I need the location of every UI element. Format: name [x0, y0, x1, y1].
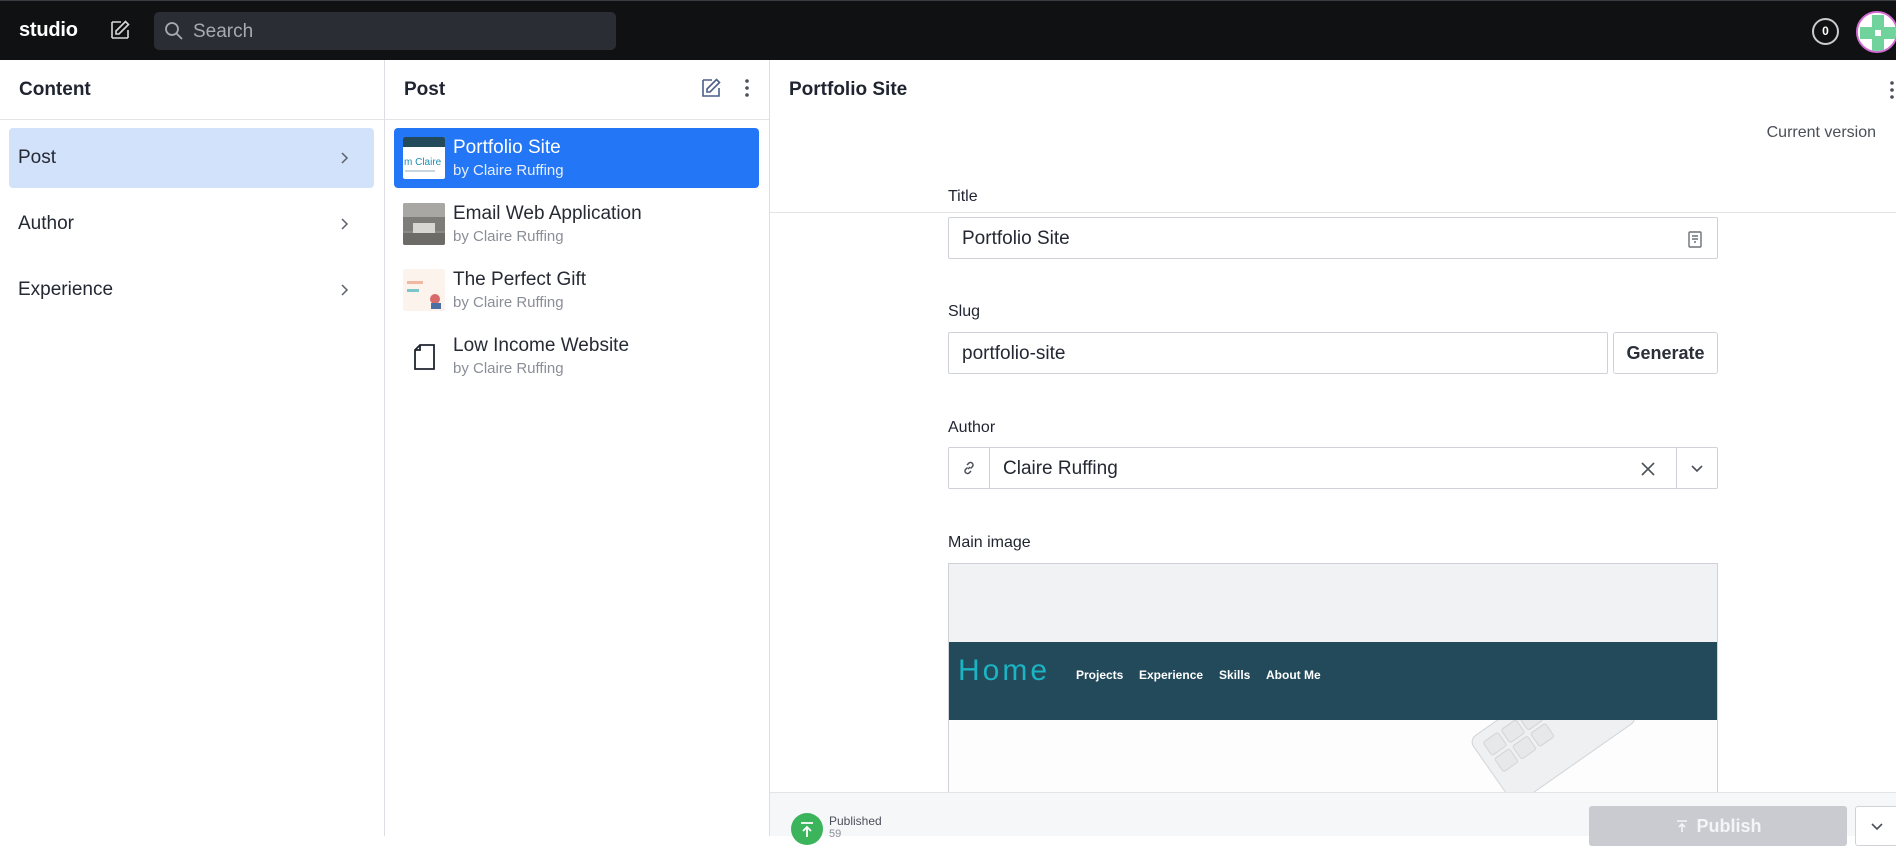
- slug-input[interactable]: portfolio-site: [948, 332, 1608, 374]
- content-pane-header: Content: [0, 60, 384, 120]
- list-item-subtitle: by Claire Ruffing: [453, 162, 564, 179]
- list-item-title: Portfolio Site: [453, 137, 561, 158]
- type-item-author[interactable]: Author: [9, 194, 374, 254]
- search-placeholder: Search: [193, 21, 254, 42]
- portfolio-thumb: m Claire: [403, 137, 445, 179]
- version-selector[interactable]: Current version: [1767, 124, 1876, 142]
- preview-nav-item: Projects: [1076, 668, 1124, 682]
- slug-input-value: portfolio-site: [962, 343, 1066, 364]
- clipboard-icon[interactable]: [1687, 230, 1703, 248]
- list-item-title: Email Web Application: [453, 203, 642, 224]
- published-status-sub: 59: [829, 828, 842, 840]
- title-input[interactable]: Portfolio Site: [948, 217, 1718, 259]
- preview-keyboard-photo: [949, 656, 1717, 803]
- link-icon[interactable]: [949, 448, 990, 488]
- close-icon[interactable]: [1640, 461, 1656, 477]
- type-item-label: Author: [18, 213, 74, 234]
- preview-nav-item: Experience: [1139, 668, 1204, 682]
- list-item-title: Low Income Website: [453, 335, 630, 356]
- document-icon: [403, 335, 445, 377]
- list-item-the-perfect-gift[interactable]: The Perfect Gift by Claire Ruffing: [394, 260, 759, 320]
- email-thumb: [403, 203, 445, 245]
- type-item-experience[interactable]: Experience: [9, 260, 374, 320]
- post-pane-header: Post: [385, 60, 769, 120]
- list-item-email-web-application[interactable]: Email Web Application by Claire Ruffing: [394, 194, 759, 254]
- author-dropdown-button[interactable]: [1676, 448, 1717, 488]
- type-item-label: Post: [18, 147, 57, 168]
- preview-nav-item: Skills: [1219, 668, 1251, 682]
- compose-icon[interactable]: [699, 76, 723, 100]
- gift-thumb: [403, 269, 445, 311]
- slug-field-label: Slug: [948, 303, 981, 320]
- chevron-down-icon: [1691, 465, 1703, 473]
- notification-badge[interactable]: 0: [1812, 18, 1839, 45]
- title-field-label: Title: [948, 188, 978, 205]
- published-status-label: Published: [829, 814, 882, 828]
- document-editor: Portfolio Site Current version Title Por…: [770, 60, 1896, 846]
- post-list-pane: Post m Claire Portfolio Site by Claire R…: [385, 60, 770, 836]
- preview-home-text: Home: [958, 654, 1051, 687]
- preview-nav-item: About Me: [1266, 668, 1321, 682]
- compose-icon[interactable]: [108, 18, 132, 42]
- publish-button[interactable]: Publish: [1589, 806, 1847, 846]
- publish-menu-button[interactable]: [1855, 806, 1896, 846]
- chevron-right-icon: [341, 284, 349, 296]
- preview-nav-band: Home Projects Experience Skills About Me: [949, 642, 1717, 720]
- publish-label: Publish: [1696, 816, 1762, 836]
- list-item-low-income-website[interactable]: Low Income Website by Claire Ruffing: [394, 326, 759, 386]
- more-vertical-icon[interactable]: [743, 76, 751, 100]
- chevron-down-icon: [1871, 823, 1883, 831]
- type-item-post[interactable]: Post: [9, 128, 374, 188]
- main-image-preview[interactable]: Home Projects Experience Skills About Me: [948, 563, 1718, 803]
- content-pane: Content Post Author Experience: [0, 60, 385, 836]
- content-pane-title: Content: [19, 79, 91, 100]
- generate-button[interactable]: Generate: [1613, 332, 1718, 374]
- list-item-subtitle: by Claire Ruffing: [453, 228, 564, 245]
- studio-logo[interactable]: studio: [19, 19, 78, 42]
- author-reference-field: Claire Ruffing: [948, 447, 1718, 489]
- title-input-value: Portfolio Site: [962, 228, 1070, 249]
- main-image-field-label: Main image: [948, 534, 1031, 551]
- author-value: Claire Ruffing: [1003, 458, 1118, 479]
- avatar[interactable]: [1856, 11, 1896, 53]
- chevron-right-icon: [341, 152, 349, 164]
- version-bar: Current version: [770, 60, 1896, 213]
- publish-icon: [1677, 820, 1688, 832]
- list-item-subtitle: by Claire Ruffing: [453, 294, 564, 311]
- search-icon: [165, 22, 183, 40]
- svg-text:m Claire: m Claire: [404, 157, 442, 168]
- search-input[interactable]: Search: [154, 12, 616, 50]
- published-status-icon: [791, 813, 823, 845]
- list-item-subtitle: by Claire Ruffing: [453, 360, 564, 377]
- top-bar: studio Search 0: [0, 0, 1896, 60]
- chevron-right-icon: [341, 218, 349, 230]
- author-field-label: Author: [948, 419, 996, 436]
- document-footer: Published 59 Publish: [770, 792, 1896, 846]
- list-item-portfolio-site[interactable]: m Claire Portfolio Site by Claire Ruffin…: [394, 128, 759, 188]
- list-item-title: The Perfect Gift: [453, 269, 587, 290]
- type-item-label: Experience: [18, 279, 114, 300]
- post-pane-title: Post: [404, 79, 446, 100]
